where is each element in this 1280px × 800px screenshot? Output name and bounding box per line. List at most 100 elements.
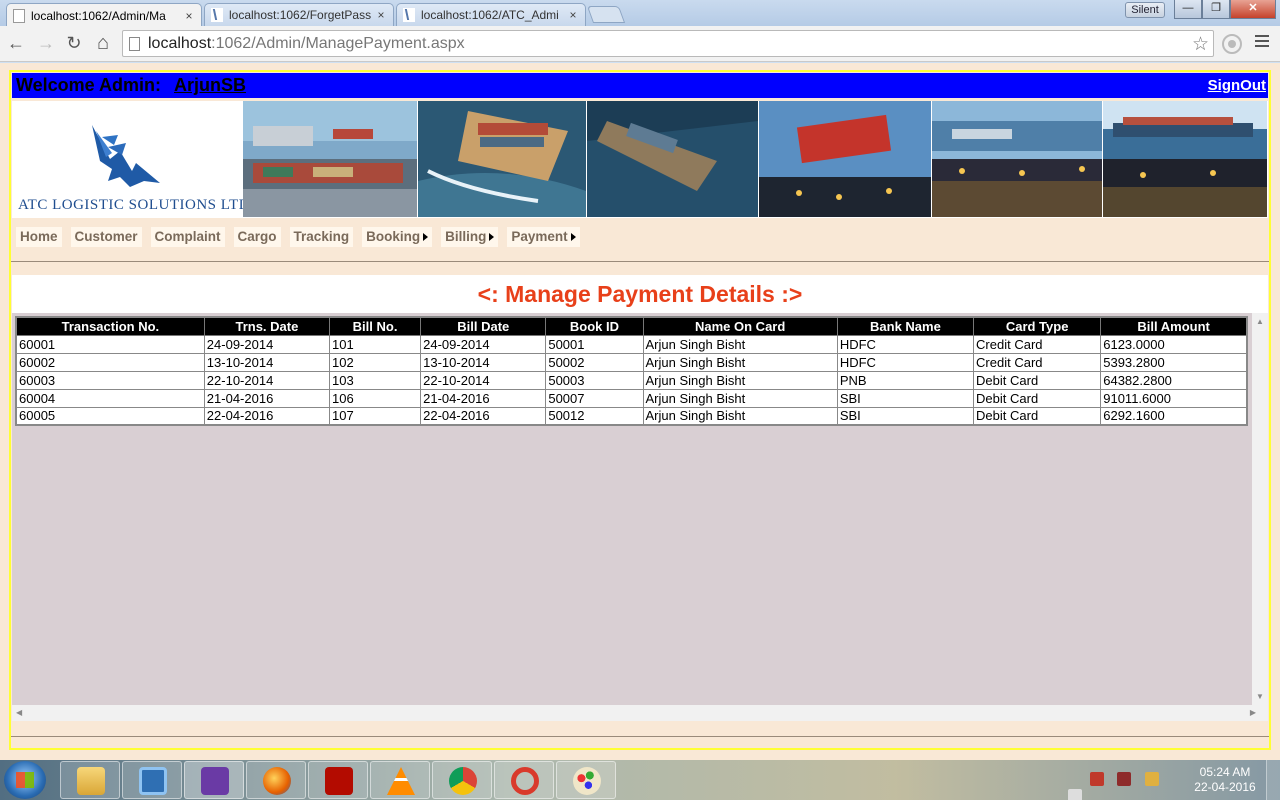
table-cell: Debit Card — [973, 406, 1102, 426]
table-row: 60002 13-10-2014 102 13-10-2014 50002 Ar… — [15, 352, 1248, 372]
submenu-arrow-icon — [489, 233, 495, 241]
port-dusk-photo — [932, 101, 1102, 217]
file-explorer-icon[interactable] — [60, 761, 120, 799]
security-icon[interactable] — [1117, 772, 1132, 786]
table-cell: Debit Card — [973, 370, 1102, 390]
table-cell: 107 — [328, 406, 422, 426]
ccleaner-icon[interactable] — [494, 761, 554, 799]
bookmark-star-icon[interactable]: ☆ — [1192, 33, 1209, 56]
browser-title-bar: localhost:1062/Admin/Ma × localhost:1062… — [0, 0, 1280, 27]
column-header: Name On Card — [642, 316, 838, 336]
firefox-icon[interactable] — [246, 761, 306, 799]
table-cell: 103 — [328, 370, 422, 390]
column-header: Book ID — [545, 316, 644, 336]
table-cell: 64382.2800 — [1100, 370, 1248, 390]
menu-item-label: Booking — [366, 229, 421, 244]
maximize-button[interactable]: ❐ — [1202, 0, 1230, 19]
scroll-left-icon[interactable]: ◀ — [16, 708, 22, 717]
visual-studio-icon[interactable] — [184, 761, 244, 799]
table-cell: 106 — [328, 388, 422, 408]
username-link[interactable]: ArjunSB — [174, 75, 246, 96]
signout-link[interactable]: SignOut — [1208, 77, 1266, 94]
acrobat-icon[interactable] — [308, 761, 368, 799]
show-hidden-icons[interactable] — [1068, 772, 1076, 786]
media-player-icon[interactable] — [122, 761, 182, 799]
tab-manage-payment[interactable]: localhost:1062/Admin/Ma × — [6, 3, 202, 27]
action-center-icon[interactable] — [1089, 772, 1104, 786]
network-icon[interactable] — [1144, 772, 1159, 786]
new-tab-button[interactable] — [586, 6, 626, 23]
column-header: Transaction No. — [15, 316, 205, 336]
table-cell: 21-04-2016 — [420, 388, 547, 408]
profile-badge[interactable]: Silent — [1125, 2, 1165, 18]
start-button[interactable] — [4, 761, 46, 799]
table-cell: 102 — [328, 352, 422, 372]
column-header: Card Type — [973, 316, 1102, 336]
table-cell: 24-09-2014 — [203, 334, 331, 354]
volume-icon[interactable] — [1068, 789, 1082, 800]
forward-icon[interactable]: → — [36, 34, 56, 54]
payment-table: Transaction No. Trns. Date Bill No. Bill… — [15, 316, 1248, 426]
tab-close-icon[interactable]: × — [375, 8, 387, 22]
vertical-scrollbar[interactable]: ▲ ▼ — [1252, 313, 1268, 705]
table-cell: 50001 — [545, 334, 644, 354]
table-cell: 60001 — [15, 334, 205, 354]
horizontal-scrollbar[interactable]: ◀ ▶ — [12, 705, 1268, 721]
page-title: <: Manage Payment Details :> — [477, 281, 803, 307]
vlc-icon[interactable] — [370, 761, 430, 799]
tab-atc-admin[interactable]: localhost:1062/ATC_Admi × — [396, 3, 586, 26]
home-icon[interactable]: ⌂ — [93, 33, 113, 54]
url-path: :1062/Admin/ManagePayment.aspx — [211, 34, 465, 52]
scroll-up-icon[interactable]: ▲ — [1256, 317, 1264, 326]
logo-text: ATC LOGISTIC SOLUTIONS LTD., — [18, 197, 259, 213]
tab-close-icon[interactable]: × — [567, 8, 579, 22]
close-window-button[interactable]: ✕ — [1230, 0, 1276, 19]
table-cell: 22-04-2016 — [203, 406, 331, 426]
minimize-button[interactable]: — — [1174, 0, 1202, 19]
taskbar: 05:24 AM 22-04-2016 — [0, 760, 1280, 800]
menu-item-complaint[interactable]: Complaint — [150, 227, 225, 247]
table-cell: Arjun Singh Bisht — [642, 388, 838, 408]
column-header: Bill Date — [420, 316, 547, 336]
divider — [11, 261, 1269, 262]
menu-item-booking[interactable]: Booking — [362, 227, 433, 247]
footer-divider — [11, 736, 1269, 737]
table-row: 60001 24-09-2014 101 24-09-2014 50001 Ar… — [15, 334, 1248, 354]
reload-icon[interactable]: ↻ — [64, 34, 84, 54]
scroll-right-icon[interactable]: ▶ — [1250, 708, 1256, 717]
menu-item-customer[interactable]: Customer — [70, 227, 142, 247]
column-header: Bill Amount — [1100, 316, 1248, 336]
table-cell: PNB — [836, 370, 975, 390]
menu-item-payment[interactable]: Payment — [507, 227, 580, 247]
back-icon[interactable]: ← — [6, 34, 26, 54]
table-cell: 60003 — [15, 370, 205, 390]
table-row: 60004 21-04-2016 106 21-04-2016 50007 Ar… — [15, 388, 1248, 408]
extension-icon[interactable] — [1222, 34, 1242, 54]
table-cell: 6123.0000 — [1100, 334, 1248, 354]
tab-forget-password[interactable]: localhost:1062/ForgetPass × — [204, 3, 394, 26]
table-header-row: Transaction No. Trns. Date Bill No. Bill… — [15, 316, 1248, 336]
menu-item-label: Billing — [445, 229, 487, 244]
menu-item-home[interactable]: Home — [16, 227, 62, 247]
chrome-icon[interactable] — [432, 761, 492, 799]
show-desktop-button[interactable] — [1266, 760, 1280, 800]
address-bar[interactable]: localhost:1062/Admin/ManagePayment.aspx … — [122, 30, 1214, 57]
menu-item-label: Tracking — [293, 229, 350, 244]
paint-icon[interactable] — [556, 761, 616, 799]
menu-item-cargo[interactable]: Cargo — [233, 227, 281, 247]
chrome-menu-icon[interactable] — [1255, 35, 1269, 50]
clock[interactable]: 05:24 AM 22-04-2016 — [1190, 765, 1260, 795]
menu-item-billing[interactable]: Billing — [441, 227, 499, 247]
menu-item-label: Customer — [74, 229, 138, 244]
menu-item-tracking[interactable]: Tracking — [289, 227, 354, 247]
scroll-down-icon[interactable]: ▼ — [1256, 692, 1264, 701]
table-row: 60003 22-10-2014 103 22-10-2014 50003 Ar… — [15, 370, 1248, 390]
container-lift-photo — [759, 101, 931, 217]
table-cell: 13-10-2014 — [420, 352, 547, 372]
clock-time: 05:24 AM — [1199, 765, 1251, 779]
content-area: Transaction No. Trns. Date Bill No. Bill… — [12, 313, 1252, 705]
menu-item-label: Cargo — [237, 229, 277, 244]
table-cell: SBI — [836, 406, 975, 426]
main-menu: Home Customer Complaint Cargo Tracking B… — [16, 227, 589, 247]
tab-close-icon[interactable]: × — [183, 9, 195, 23]
